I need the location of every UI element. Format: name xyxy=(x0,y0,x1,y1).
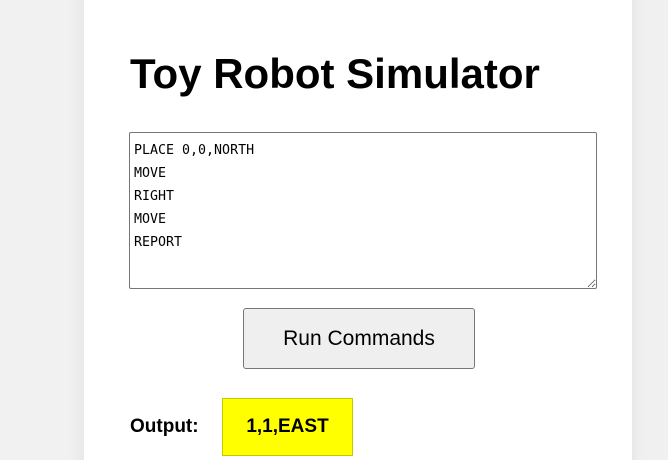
run-commands-button[interactable]: Run Commands xyxy=(243,308,475,369)
page-background-left xyxy=(0,0,84,460)
page-background-right xyxy=(632,0,668,460)
commands-textarea[interactable]: PLACE 0,0,NORTH MOVE RIGHT MOVE REPORT xyxy=(129,132,597,289)
output-label: Output: xyxy=(130,416,199,437)
page-title: Toy Robot Simulator xyxy=(130,50,540,97)
output-value: 1,1,EAST xyxy=(222,398,353,456)
